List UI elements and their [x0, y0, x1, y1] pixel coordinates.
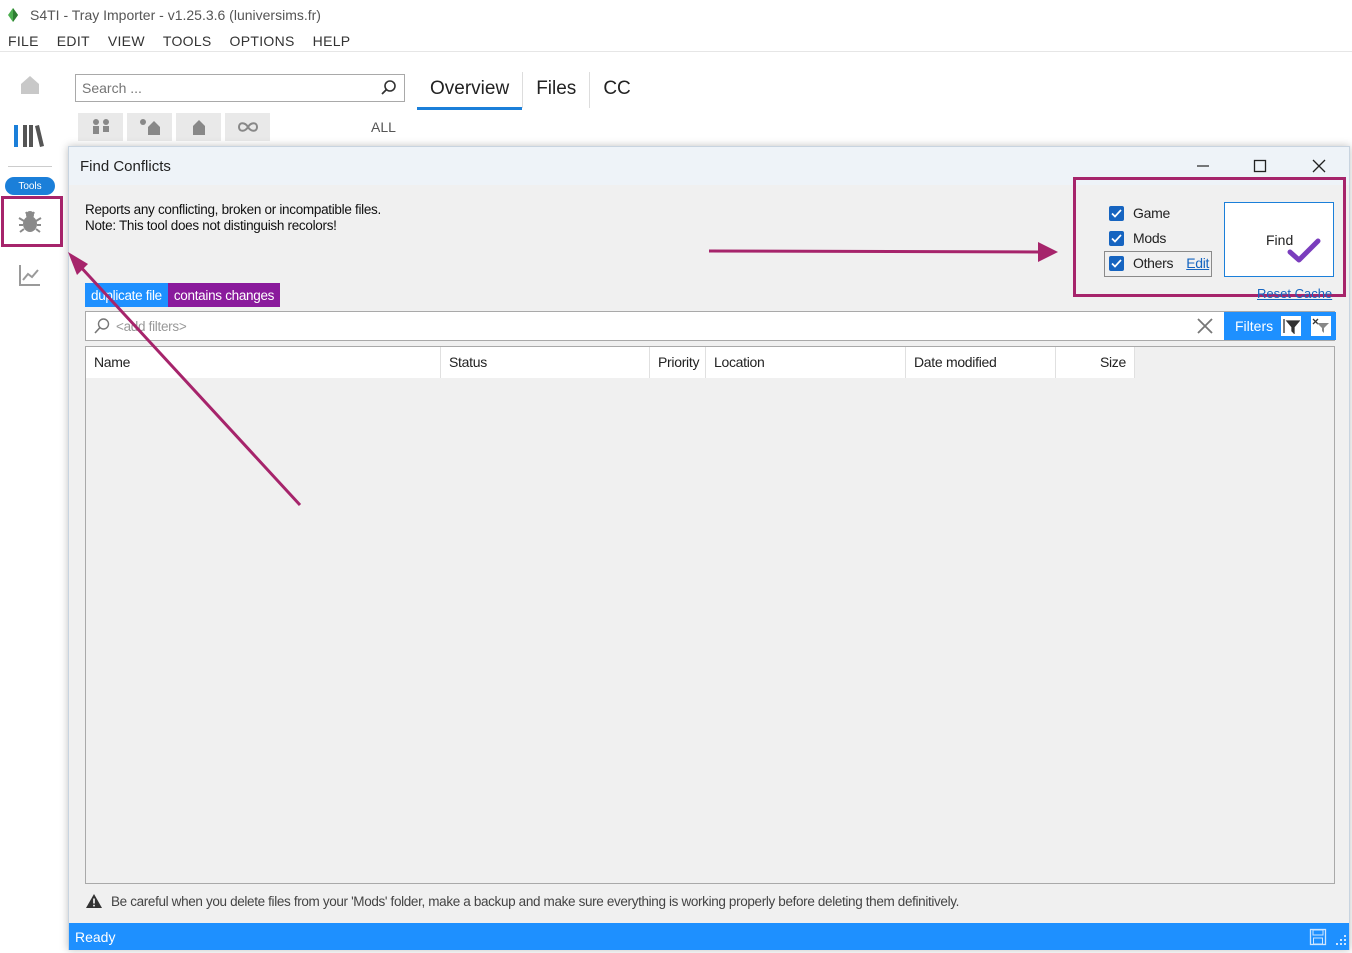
- conflicts-table[interactable]: Name Status Priority Location Date modif…: [85, 346, 1335, 884]
- legend: duplicate file contains changes: [85, 283, 281, 307]
- dialog-title: Find Conflicts: [80, 158, 171, 175]
- column-date-modified[interactable]: Date modified: [906, 347, 1056, 378]
- find-conflicts-dialog: Find Conflicts Reports any conflicting, …: [68, 146, 1350, 950]
- tools-section-badge: Tools: [5, 177, 55, 195]
- legend-contains-changes: contains changes: [167, 283, 281, 307]
- table-header: Name Status Priority Location Date modif…: [86, 347, 1135, 378]
- column-location[interactable]: Location: [706, 347, 906, 378]
- households-filter-button[interactable]: [78, 113, 123, 141]
- households-icon: [92, 119, 109, 134]
- tab-cc[interactable]: CC: [590, 70, 643, 110]
- close-button[interactable]: [1299, 153, 1339, 179]
- menu-options[interactable]: OPTIONS: [230, 33, 295, 49]
- sidebar-divider: [8, 166, 52, 167]
- lots-filter-button[interactable]: [127, 113, 172, 141]
- column-size[interactable]: Size: [1056, 347, 1135, 378]
- menu-bar: FILE EDIT VIEW TOOLS OPTIONS HELP: [0, 30, 1352, 52]
- legend-duplicate-file: duplicate file: [85, 283, 168, 307]
- clear-filter-icon[interactable]: [1196, 317, 1214, 335]
- tab-files[interactable]: Files: [523, 70, 589, 110]
- add-filter-icon[interactable]: [1280, 315, 1302, 337]
- description-line: Reports any conflicting, broken or incom…: [85, 202, 381, 217]
- search-icon[interactable]: [380, 79, 398, 97]
- infinity-icon: [237, 122, 258, 132]
- home-icon[interactable]: [14, 69, 46, 101]
- left-sidebar: Tools: [0, 53, 62, 953]
- filter-placeholder: <add filters>: [116, 319, 187, 334]
- column-name[interactable]: Name: [86, 347, 441, 378]
- magnifier-icon: [94, 318, 110, 334]
- app-titlebar: S4TI - Tray Importer - v1.25.3.6 (lunive…: [0, 0, 1352, 30]
- status-text: Ready: [75, 929, 116, 945]
- menu-tools[interactable]: TOOLS: [163, 33, 212, 49]
- maximize-icon: [1253, 159, 1267, 173]
- warning-icon: [86, 894, 102, 908]
- column-priority[interactable]: Priority: [650, 347, 706, 378]
- rooms-icon: [192, 120, 205, 135]
- description-note: Note: This tool does not distinguish rec…: [85, 218, 337, 233]
- plumbob-logo-icon: [8, 8, 18, 22]
- tab-overview[interactable]: Overview: [417, 70, 523, 110]
- status-bar: Ready: [69, 923, 1349, 950]
- maximize-button[interactable]: [1240, 153, 1280, 179]
- search-input[interactable]: [82, 80, 372, 96]
- window-title: S4TI - Tray Importer - v1.25.3.6 (lunive…: [30, 7, 321, 23]
- infinity-filter-button[interactable]: [225, 113, 270, 141]
- minimize-button[interactable]: [1183, 153, 1223, 179]
- scan-options-highlight: [1073, 177, 1346, 297]
- all-filter-label[interactable]: ALL: [371, 119, 396, 135]
- filters-button-label: Filters: [1235, 318, 1274, 334]
- save-icon[interactable]: [1309, 928, 1327, 946]
- bug-icon-highlight: [1, 196, 63, 247]
- main-tabs: Overview Files CC: [417, 70, 644, 110]
- chart-icon[interactable]: [14, 259, 46, 291]
- dialog-description: Reports any conflicting, broken or incom…: [85, 202, 381, 234]
- menu-help[interactable]: HELP: [313, 33, 351, 49]
- filter-bar[interactable]: <add filters> Filters: [85, 311, 1336, 341]
- reset-cache-link[interactable]: Reset Cache: [1257, 286, 1332, 301]
- filters-button[interactable]: Filters: [1224, 312, 1336, 340]
- menu-file[interactable]: FILE: [8, 33, 39, 49]
- search-field[interactable]: [75, 74, 405, 102]
- library-icon[interactable]: [14, 120, 46, 152]
- remove-filter-icon[interactable]: [1310, 315, 1332, 337]
- menu-edit[interactable]: EDIT: [57, 33, 90, 49]
- resize-grip-icon[interactable]: [1335, 934, 1347, 946]
- minimize-icon: [1197, 165, 1209, 167]
- rooms-filter-button[interactable]: [176, 113, 221, 141]
- column-status[interactable]: Status: [441, 347, 650, 378]
- close-icon: [1312, 159, 1326, 173]
- warning-text: Be careful when you delete files from yo…: [111, 893, 960, 909]
- warning-message: Be careful when you delete files from yo…: [85, 893, 959, 909]
- lots-icon: [139, 119, 160, 135]
- category-filter-row: [78, 113, 274, 141]
- menu-view[interactable]: VIEW: [108, 33, 145, 49]
